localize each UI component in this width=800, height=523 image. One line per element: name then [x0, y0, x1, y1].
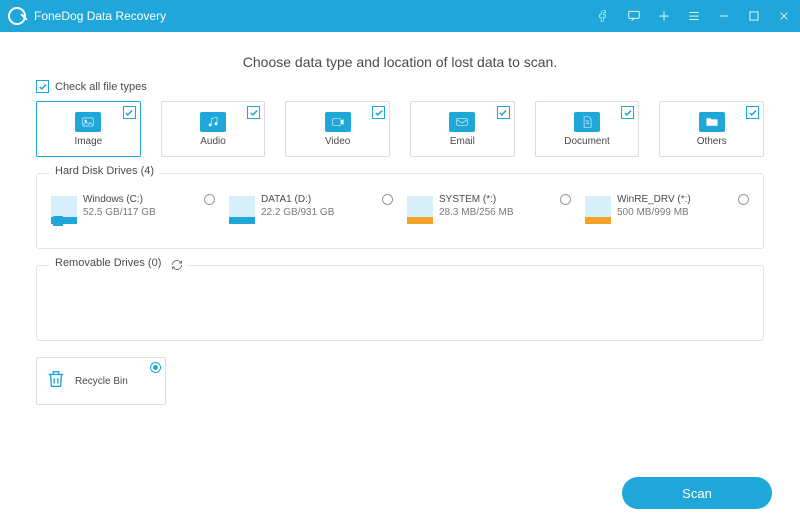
hdd-section: Hard Disk Drives (4) Windows (C:)52.5 GB… — [36, 173, 764, 249]
file-type-label: Image — [74, 136, 102, 147]
drive-info: DATA1 (D:) 22.2 GB/931 GB — [261, 194, 334, 234]
file-type-card-others[interactable]: Others — [659, 101, 764, 157]
titlebar-right — [596, 8, 792, 24]
drive-icon — [585, 196, 611, 224]
file-type-checkbox[interactable] — [247, 106, 260, 119]
app-logo-icon — [8, 7, 26, 25]
drive-name: SYSTEM (*:) — [439, 194, 513, 205]
drive-radio[interactable] — [738, 194, 749, 205]
drive-size: 22.2 GB/931 GB — [261, 207, 334, 218]
plus-icon[interactable] — [656, 8, 672, 24]
drive-radio[interactable] — [204, 194, 215, 205]
file-type-checkbox[interactable] — [497, 106, 510, 119]
video-icon — [325, 112, 351, 132]
hdd-section-title: Hard Disk Drives (4) — [49, 165, 160, 177]
chat-icon[interactable] — [626, 8, 642, 24]
drive-item[interactable]: SYSTEM (*:) 28.3 MB/256 MB — [403, 190, 575, 238]
facebook-icon[interactable] — [596, 8, 612, 24]
scan-button[interactable]: Scan — [622, 477, 772, 509]
titlebar: FoneDog Data Recovery — [0, 0, 800, 32]
titlebar-left: FoneDog Data Recovery — [8, 7, 166, 25]
drive-size: 52.5 GB/117 GB — [83, 207, 156, 218]
check-all-checkbox[interactable] — [36, 80, 49, 93]
refresh-icon[interactable] — [167, 258, 187, 276]
file-type-card-audio[interactable]: Audio — [161, 101, 266, 157]
instruction-text: Choose data type and location of lost da… — [36, 54, 764, 70]
drive-item[interactable]: DATA1 (D:) 22.2 GB/931 GB — [225, 190, 397, 238]
minimize-icon[interactable] — [716, 8, 732, 24]
drive-item[interactable]: WinRE_DRV (*:) 500 MB/999 MB — [581, 190, 753, 238]
drive-name: WinRE_DRV (*:) — [617, 194, 691, 205]
file-type-label: Email — [450, 136, 475, 147]
file-type-checkbox[interactable] — [746, 106, 759, 119]
folder-icon — [699, 112, 725, 132]
check-all-label: Check all file types — [55, 81, 147, 93]
drive-size: 500 MB/999 MB — [617, 207, 691, 218]
drive-icon — [51, 196, 77, 224]
close-icon[interactable] — [776, 8, 792, 24]
email-icon — [449, 112, 475, 132]
hdd-drive-row: Windows (C:) 52.5 GB/117 GB DATA1 (D:) 22.2… — [47, 190, 753, 238]
file-type-checkbox[interactable] — [372, 106, 385, 119]
drive-info: SYSTEM (*:) 28.3 MB/256 MB — [439, 194, 513, 234]
drive-icon — [229, 196, 255, 224]
file-type-checkbox[interactable] — [123, 106, 136, 119]
check-all-row[interactable]: Check all file types — [36, 80, 764, 93]
file-type-card-document[interactable]: Document — [535, 101, 640, 157]
file-type-label: Others — [697, 136, 727, 147]
drive-item[interactable]: Windows (C:) 52.5 GB/117 GB — [47, 190, 219, 238]
file-type-card-video[interactable]: Video — [285, 101, 390, 157]
file-type-card-image[interactable]: Image — [36, 101, 141, 157]
image-icon — [75, 112, 101, 132]
document-icon — [574, 112, 600, 132]
drive-icon — [407, 196, 433, 224]
file-type-label: Audio — [200, 136, 226, 147]
drive-info: WinRE_DRV (*:) 500 MB/999 MB — [617, 194, 691, 234]
menu-icon[interactable] — [686, 8, 702, 24]
app-window: FoneDog Data Recovery Choose data type a… — [0, 0, 800, 523]
drive-radio[interactable] — [560, 194, 571, 205]
removable-section-title: Removable Drives (0) — [49, 257, 167, 269]
recycle-bin-radio[interactable] — [150, 362, 161, 373]
file-type-label: Document — [564, 136, 610, 147]
file-type-row: Image Audio Video Email Document Others — [36, 101, 764, 157]
drive-info: Windows (C:) 52.5 GB/117 GB — [83, 194, 156, 234]
recycle-bin-label: Recycle Bin — [75, 376, 128, 387]
audio-icon — [200, 112, 226, 132]
recycle-bin-card[interactable]: Recycle Bin — [36, 357, 166, 405]
drive-radio[interactable] — [382, 194, 393, 205]
removable-section: Removable Drives (0) — [36, 265, 764, 341]
drive-name: DATA1 (D:) — [261, 194, 334, 205]
file-type-label: Video — [325, 136, 350, 147]
content-area: Choose data type and location of lost da… — [0, 32, 800, 413]
file-type-card-email[interactable]: Email — [410, 101, 515, 157]
file-type-checkbox[interactable] — [621, 106, 634, 119]
maximize-icon[interactable] — [746, 8, 762, 24]
trash-icon — [45, 368, 67, 395]
drive-name: Windows (C:) — [83, 194, 156, 205]
app-title: FoneDog Data Recovery — [34, 9, 166, 23]
drive-size: 28.3 MB/256 MB — [439, 207, 513, 218]
